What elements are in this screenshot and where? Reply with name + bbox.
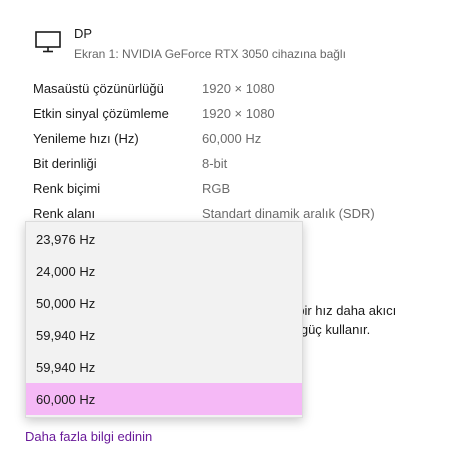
property-value: 1920 × 1080 bbox=[202, 106, 275, 121]
monitor-icon bbox=[35, 31, 61, 53]
display-subtitle: Ekran 1: NVIDIA GeForce RTX 3050 cihazın… bbox=[74, 47, 346, 61]
refresh-rate-dropdown-list[interactable]: 23,976 Hz 24,000 Hz 50,000 Hz 59,940 Hz … bbox=[25, 221, 303, 418]
learn-more-link[interactable]: Daha fazla bilgi edinin bbox=[25, 429, 152, 444]
property-row: Yenileme hızı (Hz) 60,000 Hz bbox=[33, 126, 433, 151]
property-label: Yenileme hızı (Hz) bbox=[33, 131, 139, 146]
description-line: t bir hız daha akıcı bbox=[290, 303, 397, 318]
property-value: 8-bit bbox=[202, 156, 228, 171]
dropdown-option[interactable]: 59,940 Hz bbox=[26, 351, 302, 383]
property-label: Renk biçimi bbox=[33, 181, 101, 196]
dropdown-option-selected[interactable]: 60,000 Hz bbox=[26, 383, 302, 415]
property-label: Etkin sinyal çözümleme bbox=[33, 106, 169, 121]
display-properties: Masaüstü çözünürlüğü 1920 × 1080 Etkin s… bbox=[33, 76, 433, 226]
property-row: Renk biçimi RGB bbox=[33, 176, 433, 201]
property-label: Masaüstü çözünürlüğü bbox=[33, 81, 164, 96]
property-row: Masaüstü çözünürlüğü 1920 × 1080 bbox=[33, 76, 433, 101]
display-header: DP Ekran 1: NVIDIA GeForce RTX 3050 ciha… bbox=[34, 26, 346, 62]
refresh-rate-description: t bir hız daha akıcı a güç kullanır. bbox=[290, 301, 396, 339]
property-label: Renk alanı bbox=[33, 206, 96, 221]
dropdown-option[interactable]: 24,000 Hz bbox=[26, 255, 302, 287]
dropdown-option[interactable]: 23,976 Hz bbox=[26, 223, 302, 255]
property-value: 1920 × 1080 bbox=[202, 81, 275, 96]
property-label: Bit derinliği bbox=[33, 156, 97, 171]
advanced-display-panel: DP Ekran 1: NVIDIA GeForce RTX 3050 ciha… bbox=[0, 0, 453, 463]
property-value: RGB bbox=[202, 181, 231, 196]
property-value: 60,000 Hz bbox=[202, 131, 262, 146]
dropdown-option[interactable]: 59,940 Hz bbox=[26, 319, 302, 351]
property-row: Etkin sinyal çözümleme 1920 × 1080 bbox=[33, 101, 433, 126]
property-value: Standart dinamik aralık (SDR) bbox=[202, 206, 375, 221]
description-line: a güç kullanır. bbox=[290, 322, 371, 337]
property-row: Bit derinliği 8-bit bbox=[33, 151, 433, 176]
display-name: DP bbox=[74, 26, 93, 41]
dropdown-option[interactable]: 50,000 Hz bbox=[26, 287, 302, 319]
